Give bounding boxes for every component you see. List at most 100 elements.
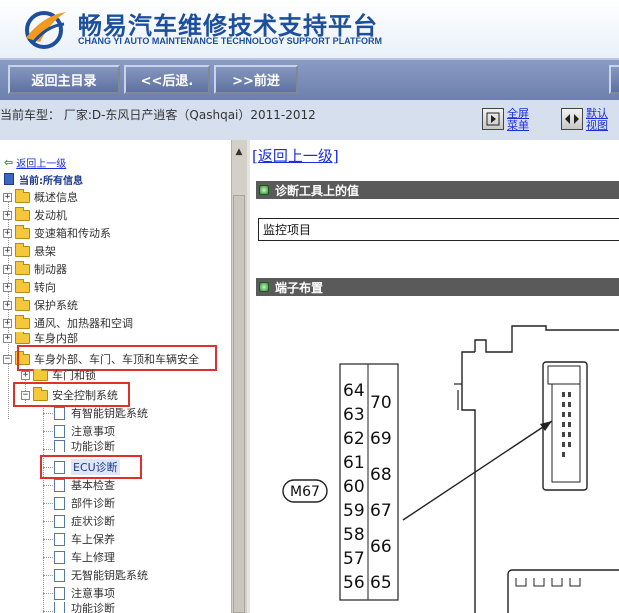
tree-guide-line xyxy=(43,413,53,414)
tree-leaf-label[interactable]: 部件诊断 xyxy=(71,495,115,511)
expand-icon[interactable]: + xyxy=(3,246,12,256)
fullscreen-menu-button[interactable]: 全屏菜单 xyxy=(482,108,533,132)
pin-label: 63 xyxy=(343,405,365,425)
header: 畅易汽车维修技术支持平台 CHANG YI AUTO MAINTENANCE T… xyxy=(0,0,619,58)
tree-leaf[interactable]: 有智能钥匙系统 xyxy=(54,404,148,422)
pin-label: 61 xyxy=(343,453,365,473)
toolbar-overflow-button[interactable] xyxy=(609,65,619,94)
page-icon xyxy=(54,602,65,613)
tree-item-label[interactable]: 转向 xyxy=(34,279,56,295)
folder-icon xyxy=(15,224,30,239)
expand-icon[interactable]: + xyxy=(3,228,12,238)
tree-item-doors-locks[interactable]: + 车门和锁 xyxy=(21,369,96,381)
tree-item-label[interactable]: 制动器 xyxy=(34,261,67,277)
tree-leaf-label[interactable]: 基本检查 xyxy=(71,477,115,493)
tree-leaf[interactable]: 功能诊断 xyxy=(54,602,115,613)
collapse-icon[interactable]: − xyxy=(3,354,12,364)
tree-leaf-label[interactable]: 症状诊断 xyxy=(71,513,115,529)
page-icon xyxy=(54,550,65,564)
tree-up-link[interactable]: ⇦ 返回上一级 xyxy=(4,153,66,171)
pin-label: 60 xyxy=(343,477,365,497)
monitor-items-table: 监控项目 xyxy=(258,218,619,241)
expand-icon[interactable]: + xyxy=(3,333,12,343)
tree-item-transmission[interactable]: + 变速箱和传动系 xyxy=(3,224,111,242)
bullet-icon xyxy=(259,185,269,195)
tree-item-suspension[interactable]: + 悬架 xyxy=(3,242,56,260)
tree-leaf[interactable]: 基本检查 xyxy=(54,476,115,494)
tree-item-label[interactable]: 车门和锁 xyxy=(52,369,96,381)
page-icon xyxy=(54,514,65,528)
expand-icon[interactable]: + xyxy=(3,282,12,292)
tree-guide-line xyxy=(43,539,53,540)
fullscreen-menu-label[interactable]: 全屏菜单 xyxy=(507,108,533,132)
scroll-thumb[interactable] xyxy=(233,195,245,613)
tree-leaf-label[interactable]: 功能诊断 xyxy=(71,440,115,452)
tree-leaf[interactable]: 无智能钥匙系统 xyxy=(54,566,148,584)
expand-icon[interactable]: + xyxy=(3,192,12,202)
tree-item-steering[interactable]: + 转向 xyxy=(3,278,56,296)
page-icon xyxy=(54,478,65,492)
tree-current: 当前:所有信息 xyxy=(4,170,83,188)
tree-leaf[interactable]: 车上保养 xyxy=(54,530,115,548)
default-view-icon xyxy=(561,108,583,130)
pin-label: 66 xyxy=(370,537,392,557)
tree-item-overview[interactable]: + 概述信息 xyxy=(3,188,78,206)
tree-leaf[interactable]: 注意事项 xyxy=(54,422,115,440)
tree-guide-line xyxy=(43,449,53,450)
tree-item-brakes[interactable]: + 制动器 xyxy=(3,260,67,278)
pin-label: 56 xyxy=(343,573,365,593)
page-icon xyxy=(54,568,65,582)
scroll-up-arrow-icon[interactable]: ▲ xyxy=(234,146,244,158)
content-up-link[interactable]: [返回上一级] xyxy=(252,145,339,166)
tree-item-label[interactable]: 车身内部 xyxy=(34,332,78,344)
logo-icon xyxy=(25,11,66,49)
tree-item-label[interactable]: 保护系统 xyxy=(34,297,78,313)
folder-icon xyxy=(15,332,30,344)
expand-icon[interactable]: + xyxy=(3,318,12,328)
pin-label: 70 xyxy=(370,393,392,413)
brand-subtitle: CHANG YI AUTO MAINTENANCE TECHNOLOGY SUP… xyxy=(78,36,383,46)
expand-icon[interactable]: + xyxy=(21,370,30,380)
content-panel: [返回上一级] 诊断工具上的值 监控项目 端子布置 64 63 62 61 60… xyxy=(250,140,619,613)
tree-leaf-label[interactable]: 注意事项 xyxy=(71,423,115,439)
back-button[interactable]: <<后退. xyxy=(124,65,210,94)
tree-leaf[interactable]: 车上修理 xyxy=(54,548,115,566)
tree-leaf-label[interactable]: 车上保养 xyxy=(71,531,115,547)
tree-leaf-label[interactable]: 功能诊断 xyxy=(71,602,115,613)
tree-leaf-label[interactable]: 有智能钥匙系统 xyxy=(71,405,148,421)
tree-leaf-label[interactable]: 注意事项 xyxy=(71,585,115,601)
default-view-button[interactable]: 默认视图 xyxy=(561,108,612,132)
tree-leaf[interactable]: 症状诊断 xyxy=(54,512,115,530)
tree-item-hvac[interactable]: + 通风、加热器和空调 xyxy=(3,314,133,332)
tree-item-label[interactable]: 通风、加热器和空调 xyxy=(34,315,133,331)
tree-item-label[interactable]: 变速箱和传动系 xyxy=(34,225,111,241)
tree-leaf-label[interactable]: 车上修理 xyxy=(71,549,115,565)
folder-icon xyxy=(15,278,30,293)
forward-button[interactable]: >>前进 xyxy=(214,65,298,94)
bullet-icon xyxy=(259,282,269,292)
folder-icon xyxy=(15,296,30,311)
pin-label: 69 xyxy=(370,429,392,449)
tree-leaf[interactable]: 部件诊断 xyxy=(54,494,115,512)
tree-leaf[interactable]: 注意事项 xyxy=(54,584,115,602)
tree-leaf[interactable]: 功能诊断 xyxy=(54,440,115,452)
folder-icon xyxy=(33,369,48,381)
tree-item-label[interactable]: 概述信息 xyxy=(34,189,78,205)
expand-icon[interactable]: + xyxy=(3,210,12,220)
tree-item-label[interactable]: 悬架 xyxy=(34,243,56,259)
tree-leaf-label[interactable]: 无智能钥匙系统 xyxy=(71,567,148,583)
tree-item-protection[interactable]: + 保护系统 xyxy=(3,296,78,314)
expand-icon[interactable]: + xyxy=(3,300,12,310)
pin-label: 59 xyxy=(343,501,365,521)
tree-current-label: 当前:所有信息 xyxy=(19,175,83,187)
default-view-label[interactable]: 默认视图 xyxy=(586,108,612,132)
expand-icon[interactable]: + xyxy=(3,264,12,274)
tree-item-engine[interactable]: + 发动机 xyxy=(3,206,67,224)
home-button[interactable]: 返回主目录 xyxy=(8,65,120,94)
pin-label: 68 xyxy=(370,465,392,485)
tree-up-label[interactable]: 返回上一级 xyxy=(16,155,66,170)
tree-item-label[interactable]: 发动机 xyxy=(34,207,67,223)
page-icon xyxy=(54,424,65,438)
tree-item-interior[interactable]: + 车身内部 xyxy=(3,332,78,344)
pin-label: 57 xyxy=(343,549,365,569)
